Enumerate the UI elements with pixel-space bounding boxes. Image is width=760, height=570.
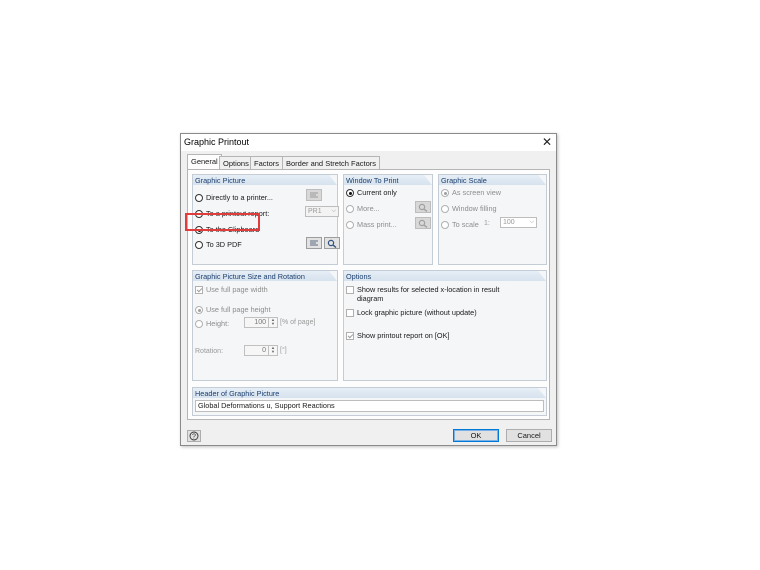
group-header: Graphic Picture — [193, 175, 337, 185]
radio-button — [346, 221, 354, 229]
rotation-value: 0 — [262, 347, 266, 354]
radio-button — [441, 205, 449, 213]
group-header: Header of Graphic Picture — [193, 388, 546, 398]
checkbox — [195, 286, 203, 294]
graphic-printout-dialog: Graphic Printout ✕ General Options Facto… — [180, 133, 557, 446]
group-header: Options — [344, 271, 546, 281]
preview-icon[interactable] — [324, 237, 340, 249]
printout-report-select: PR1 ⌵ — [305, 206, 339, 217]
tab-general[interactable]: General — [187, 154, 222, 169]
checkbox-label: Show printout report on [OK] — [357, 331, 450, 340]
radio-button-selected[interactable] — [346, 189, 354, 197]
rotation-unit: [°] — [280, 347, 287, 354]
tab-options[interactable]: Options — [219, 156, 253, 169]
settings-icon[interactable] — [306, 237, 322, 249]
radio-button-selected — [441, 189, 449, 197]
spin-arrows-icon: ▲ ▼ — [268, 318, 277, 327]
option-label: To 3D PDF — [206, 240, 242, 249]
option-label: Mass print... — [357, 220, 397, 229]
radio-button — [195, 320, 203, 328]
scale-value: 100 — [503, 219, 515, 226]
checkbox-label: Lock graphic picture (without update) — [357, 308, 477, 317]
option-label: Current only — [357, 188, 397, 197]
group-header: Window To Print — [344, 175, 432, 185]
option-label: Height: — [206, 319, 230, 328]
checkbox[interactable] — [346, 286, 354, 294]
radio-button[interactable] — [195, 241, 203, 249]
option-label: Directly to a printer... — [206, 193, 273, 202]
tab-border-and-stretch-factors[interactable]: Border and Stretch Factors — [282, 156, 381, 169]
scale-prefix: 1: — [484, 220, 490, 227]
radio-button — [441, 221, 449, 229]
checkbox-label: Show results for selected x-location in … — [357, 285, 500, 294]
option-label: Use full page height — [206, 305, 271, 314]
height-value: 100 — [254, 319, 266, 326]
group-header: Graphic Picture Size and Rotation — [193, 271, 337, 281]
clipboard-highlight-box — [185, 213, 260, 231]
scale-select: 100 ⌵ — [500, 217, 537, 228]
radio-button[interactable] — [195, 194, 203, 202]
printer-settings-icon — [306, 189, 322, 201]
cancel-button[interactable]: Cancel — [506, 429, 552, 442]
options-group: Options Show results for selected x-loca… — [343, 270, 547, 381]
rotation-label: Rotation: — [195, 348, 224, 355]
size-and-rotation-group: Graphic Picture Size and Rotation Use fu… — [192, 270, 338, 381]
tab-factors[interactable]: Factors — [250, 156, 284, 169]
option-label: To scale — [452, 220, 479, 229]
magnifier-icon — [415, 201, 431, 213]
title-bar: Graphic Printout ✕ — [181, 134, 556, 151]
option-label: As screen view — [452, 188, 502, 197]
checkbox[interactable] — [346, 309, 354, 317]
checkbox[interactable] — [346, 332, 354, 340]
help-button[interactable]: ? — [187, 430, 201, 442]
height-unit: [% of page] — [280, 319, 316, 326]
graphic-scale-group: Graphic Scale As screen view Window fill… — [438, 174, 547, 265]
header-of-graphic-picture-group: Header of Graphic Picture Global Deforma… — [192, 387, 547, 416]
spin-arrows-icon: ▲ ▼ — [268, 346, 277, 355]
general-tab-panel: Graphic Picture Directly to a printer...… — [187, 169, 550, 420]
dialog-title: Graphic Printout — [184, 137, 250, 147]
radio-button-selected — [195, 306, 203, 314]
ok-button[interactable]: OK — [453, 429, 499, 442]
option-label: Window filling — [452, 204, 497, 213]
help-icon: ? — [189, 431, 199, 441]
rotation-stepper: 0 ▲ ▼ — [244, 345, 278, 356]
chevron-down-icon: ⌵ — [331, 208, 336, 214]
group-header: Graphic Scale — [439, 175, 546, 185]
svg-text:?: ? — [192, 434, 196, 441]
height-stepper: 100 ▲ ▼ — [244, 317, 278, 328]
chevron-down-icon: ⌵ — [529, 219, 534, 225]
window-to-print-group: Window To Print Current only More... Mas… — [343, 174, 433, 265]
checkbox-label-line2: diagram — [357, 294, 384, 303]
close-icon[interactable]: ✕ — [542, 135, 552, 149]
option-label: More... — [357, 204, 380, 213]
checkbox-label: Use full page width — [206, 285, 268, 294]
magnifier-icon — [415, 217, 431, 229]
printout-report-value: PR1 — [308, 208, 322, 215]
radio-button — [346, 205, 354, 213]
picture-header-input[interactable]: Global Deformations u, Support Reactions — [195, 400, 544, 412]
